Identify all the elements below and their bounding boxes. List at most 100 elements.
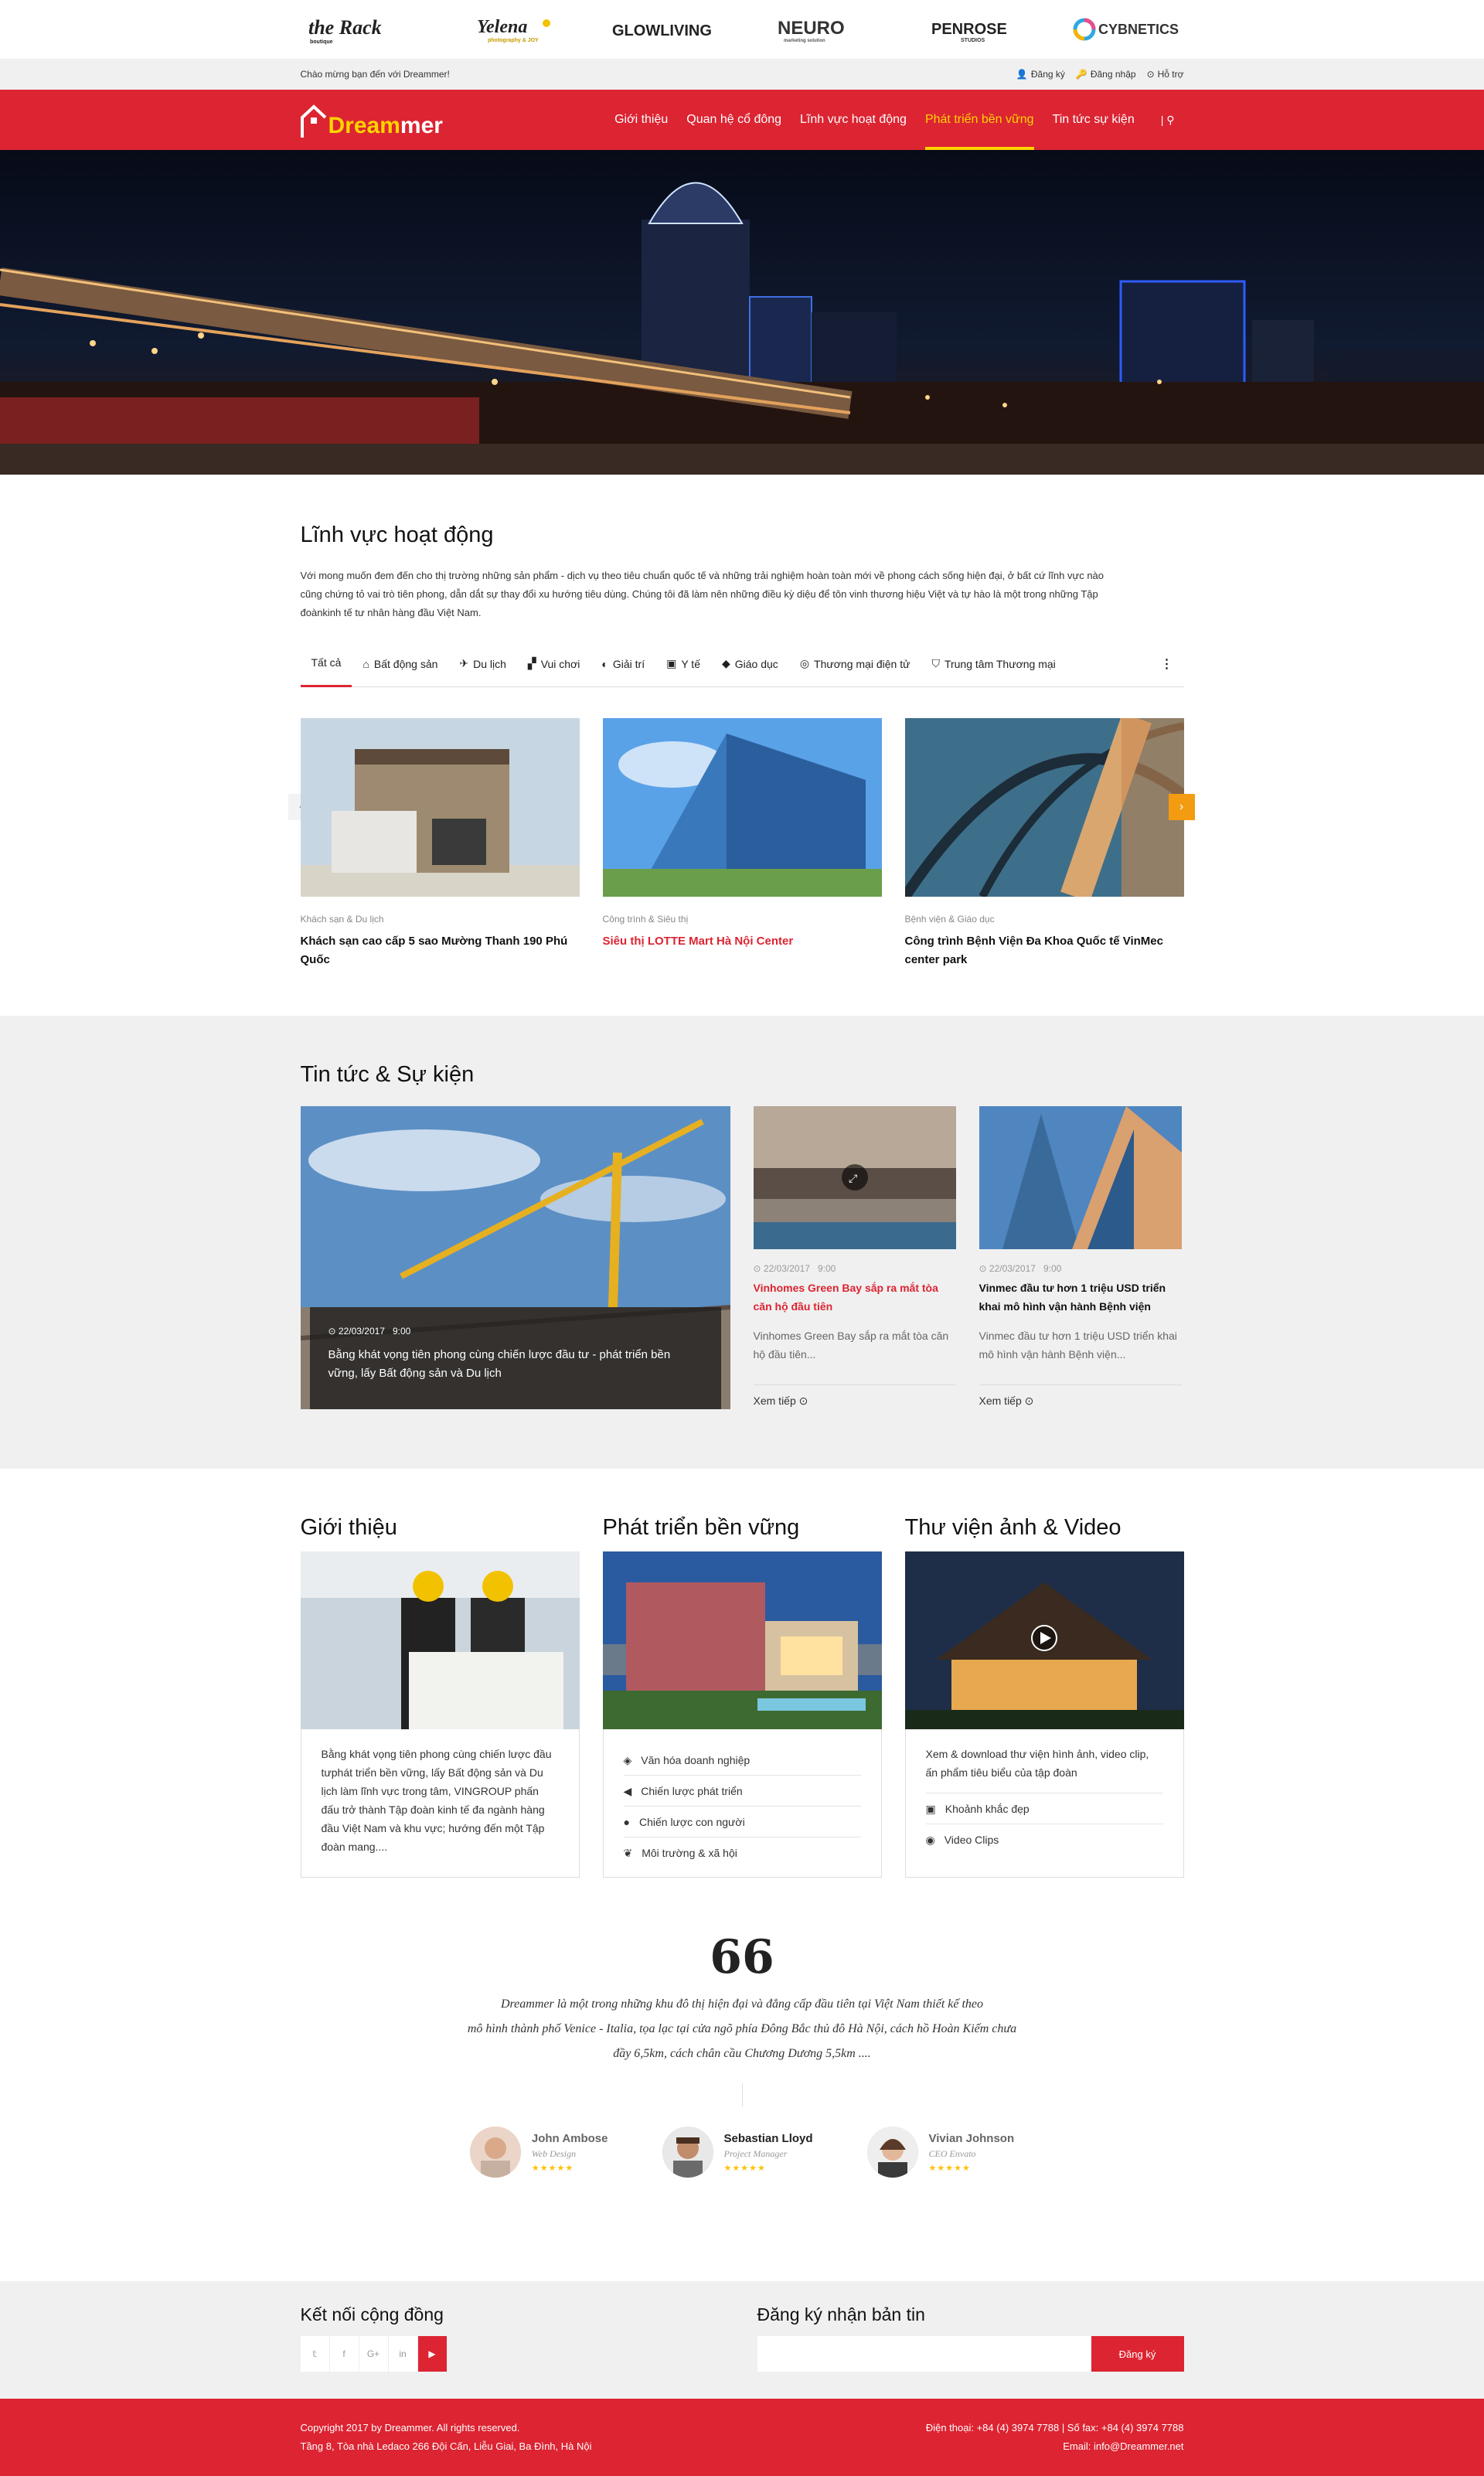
news-title[interactable]: Vinmec đầu tư hơn 1 triệu USD triển khai… — [979, 1279, 1182, 1316]
svg-text:GLOWLIVING: GLOWLIVING — [612, 22, 712, 39]
tab-play[interactable]: ▞ Vui chơi — [517, 641, 591, 687]
info-columns: Giới thiệu Bằng khát vọng tiên phong cùn… — [0, 1469, 1484, 2221]
newsletter-submit-button[interactable]: Đăng ký — [1091, 2336, 1184, 2372]
brand-logo-glowliving[interactable]: GLOWLIVING — [608, 8, 723, 51]
user-icon: 👤 — [1016, 69, 1028, 80]
activities-carousel: ‹ Khách sạn & Du lịch Khách sạn cao cấp … — [288, 718, 1195, 969]
svg-text:STUDIOS: STUDIOS — [961, 38, 985, 43]
gallery-image — [904, 1551, 1184, 1729]
copyright-text: Copyright 2017 by Dreammer. All rights r… — [300, 2422, 520, 2433]
about-image — [300, 1551, 580, 1729]
more-tabs-button[interactable]: ⋮ — [1150, 641, 1184, 687]
footer: Copyright 2017 by Dreammer. All rights r… — [0, 2399, 1484, 2476]
home-icon: ⌂ — [362, 657, 369, 670]
news-date: ⊙ 22/03/2017 9:00 — [753, 1263, 836, 1274]
quote-icon: 66 — [710, 1930, 774, 1984]
gallery-item[interactable]: ◉ Video Clips — [926, 1824, 1163, 1855]
rating-stars: ★★★★★ — [928, 2163, 971, 2173]
svg-text:NEURO: NEURO — [778, 18, 845, 39]
card-image — [300, 718, 580, 897]
menu-item-tin-tuc[interactable]: Tin tức sự kiện — [1043, 90, 1144, 150]
expand-icon[interactable]: ⤢ — [849, 1172, 857, 1184]
sustain-item[interactable]: ◈ Văn hóa doanh nghiệp — [623, 1745, 861, 1776]
menu-item-quan-he-co-dong[interactable]: Quan hệ cổ đông — [677, 90, 791, 150]
sustain-image — [602, 1551, 882, 1729]
brand-logo-penrose[interactable]: PENROSE STUDIOS — [914, 8, 1030, 51]
google-plus-icon[interactable]: G+ — [359, 2336, 389, 2372]
card-title[interactable]: Công trình Bệnh Viện Đa Khoa Quốc tế Vin… — [905, 932, 1184, 969]
featured-news[interactable]: ⊙ 22/03/2017 9:00 Bằng khát vọng tiên ph… — [300, 1106, 730, 1409]
card-title[interactable]: Siêu thị LOTTE Mart Hà Nội Center — [603, 932, 882, 951]
gallery-item[interactable]: ▣ Khoảnh khắc đẹp — [925, 1793, 1163, 1824]
tab-all[interactable]: Tất cả — [300, 641, 352, 687]
tab-travel[interactable]: ✈ Du lịch — [448, 641, 517, 687]
brand-logo-yelena[interactable]: Yelena photography & JOY — [454, 8, 570, 51]
activity-card[interactable]: Khách sạn & Du lịch Khách sạn cao cấp 5 … — [300, 718, 580, 969]
card-title[interactable]: Khách sạn cao cấp 5 sao Mường Thanh 190 … — [301, 932, 580, 969]
brand-logo-neuro[interactable]: NEURO marketing solution — [761, 8, 876, 51]
email-link[interactable]: Email: info@Dreammer.net — [926, 2437, 1183, 2456]
news-item[interactable]: ⊙ 22/03/2017 9:00 Vinmec đầu tư hơn 1 tr… — [979, 1106, 1182, 1409]
phone-text: Điện thoại: +84 (4) 3974 7788 | Số fax: … — [925, 2422, 1184, 2433]
news-title: Tin tức & Sự kiện — [300, 1062, 475, 1087]
featured-text: Bằng khát vọng tiên phong cùng chiến lượ… — [328, 1348, 671, 1380]
about-column: Giới thiệu Bằng khát vọng tiên phong cùn… — [300, 1515, 580, 1878]
tab-education[interactable]: ◆ Giáo dục — [711, 641, 789, 687]
gallery-box: Xem & download thư viện hình ảnh, video … — [904, 1729, 1184, 1878]
avatar — [662, 2127, 713, 2178]
support-link[interactable]: ⊙ Hỗ trợ — [1147, 69, 1184, 80]
read-more-link[interactable]: Xem tiếp ⊙ — [754, 1395, 956, 1408]
about-text: Bằng khát vọng tiên phong cùng chiến lượ… — [300, 1729, 580, 1878]
news-title[interactable]: Vinhomes Green Bay sắp ra mắt tòa căn hộ… — [754, 1279, 956, 1316]
testimonial-person[interactable]: Vivian Johnson CEO Envato ★★★★★ — [866, 2127, 1014, 2178]
sustain-title: Phát triển bền vững — [602, 1515, 800, 1540]
svg-text:photography & JOY: photography & JOY — [488, 38, 539, 43]
tab-mall[interactable]: ⛉ Trung tâm Thương mại — [921, 641, 1066, 687]
read-more-link[interactable]: Xem tiếp ⊙ — [979, 1395, 1182, 1408]
news-date: ⊙ 22/03/2017 9:00 — [979, 1263, 1062, 1274]
help-icon: ⊙ — [1146, 69, 1155, 80]
register-link[interactable]: 👤 Đăng ký — [1016, 69, 1065, 80]
news-image — [979, 1106, 1182, 1249]
activities-intro: Với mong muốn đem đến cho thị trường nhữ… — [300, 570, 1104, 618]
svg-text:the Rack: the Rack — [308, 16, 382, 39]
carousel-next-button[interactable]: › — [1168, 794, 1195, 820]
testimonial-person[interactable]: Sebastian Lloyd Project Manager ★★★★★ — [662, 2127, 813, 2178]
menu-item-gioi-thieu[interactable]: Giới thiệu — [605, 90, 677, 150]
hero-banner — [0, 150, 1484, 475]
activity-card[interactable]: Bệnh viện & Giáo dục Công trình Bệnh Việ… — [904, 718, 1184, 969]
tab-health[interactable]: ▣ Y tế — [655, 641, 711, 687]
testimonial-person[interactable]: John Ambose Web Design ★★★★★ — [469, 2127, 608, 2178]
activity-card[interactable]: Công trình & Siêu thị Siêu thị LOTTE Mar… — [602, 718, 882, 969]
community-title: Kết nối cộng đồng — [300, 2304, 444, 2324]
newsletter-email-input[interactable] — [757, 2336, 1091, 2372]
card-category: Khách sạn & Du lịch — [300, 914, 384, 925]
brand-logo-rack[interactable]: the Rack boutique — [301, 8, 417, 51]
site-logo[interactable]: Dreammer — [300, 100, 443, 139]
login-link[interactable]: 🔑 Đăng nhập — [1076, 69, 1136, 80]
brand-logo-cybnetics[interactable]: CYBNETICS — [1067, 8, 1183, 51]
tab-ecommerce[interactable]: ◎ Thương mại điện tử — [789, 641, 921, 687]
shield-icon: ⛉ — [931, 657, 940, 669]
menu-item-phat-trien[interactable]: Phát triển bền vững — [916, 90, 1043, 150]
sustain-item[interactable]: ● Chiến lược con người — [623, 1807, 861, 1837]
facebook-icon[interactable]: f — [329, 2336, 359, 2372]
card-image — [904, 718, 1184, 897]
gallery-column: Thư viện ảnh & Video Xem & download thư … — [904, 1515, 1184, 1878]
key-icon: 🔑 — [1075, 69, 1087, 80]
main-menu: Giới thiệu Quan hệ cổ đông Lĩnh vực hoạt… — [605, 90, 1183, 150]
news-image: ⤢ — [753, 1106, 956, 1249]
house-icon — [300, 104, 326, 138]
culture-icon: ◈ — [623, 1753, 632, 1766]
search-icon[interactable]: | ⚲ — [1144, 90, 1184, 150]
tab-entertainment[interactable]: ◐ Giải trí — [591, 641, 655, 687]
news-item[interactable]: ⤢ ⊙ 22/03/2017 9:00 Vinhomes Green Bay s… — [753, 1106, 956, 1409]
twitter-icon[interactable]: 𝕥 — [300, 2336, 330, 2372]
featured-date: ⊙ 22/03/2017 9:00 — [328, 1326, 411, 1337]
youtube-icon[interactable]: ▶ — [417, 2336, 448, 2372]
sustain-item[interactable]: ◀ Chiến lược phát triển — [623, 1776, 861, 1807]
tab-real-estate[interactable]: ⌂ Bất động sản — [352, 641, 448, 687]
menu-item-linh-vuc[interactable]: Lĩnh vực hoạt động — [791, 90, 916, 150]
sustain-item[interactable]: ❦ Môi trường & xã hội — [624, 1837, 861, 1868]
linkedin-icon[interactable]: in — [388, 2336, 418, 2372]
